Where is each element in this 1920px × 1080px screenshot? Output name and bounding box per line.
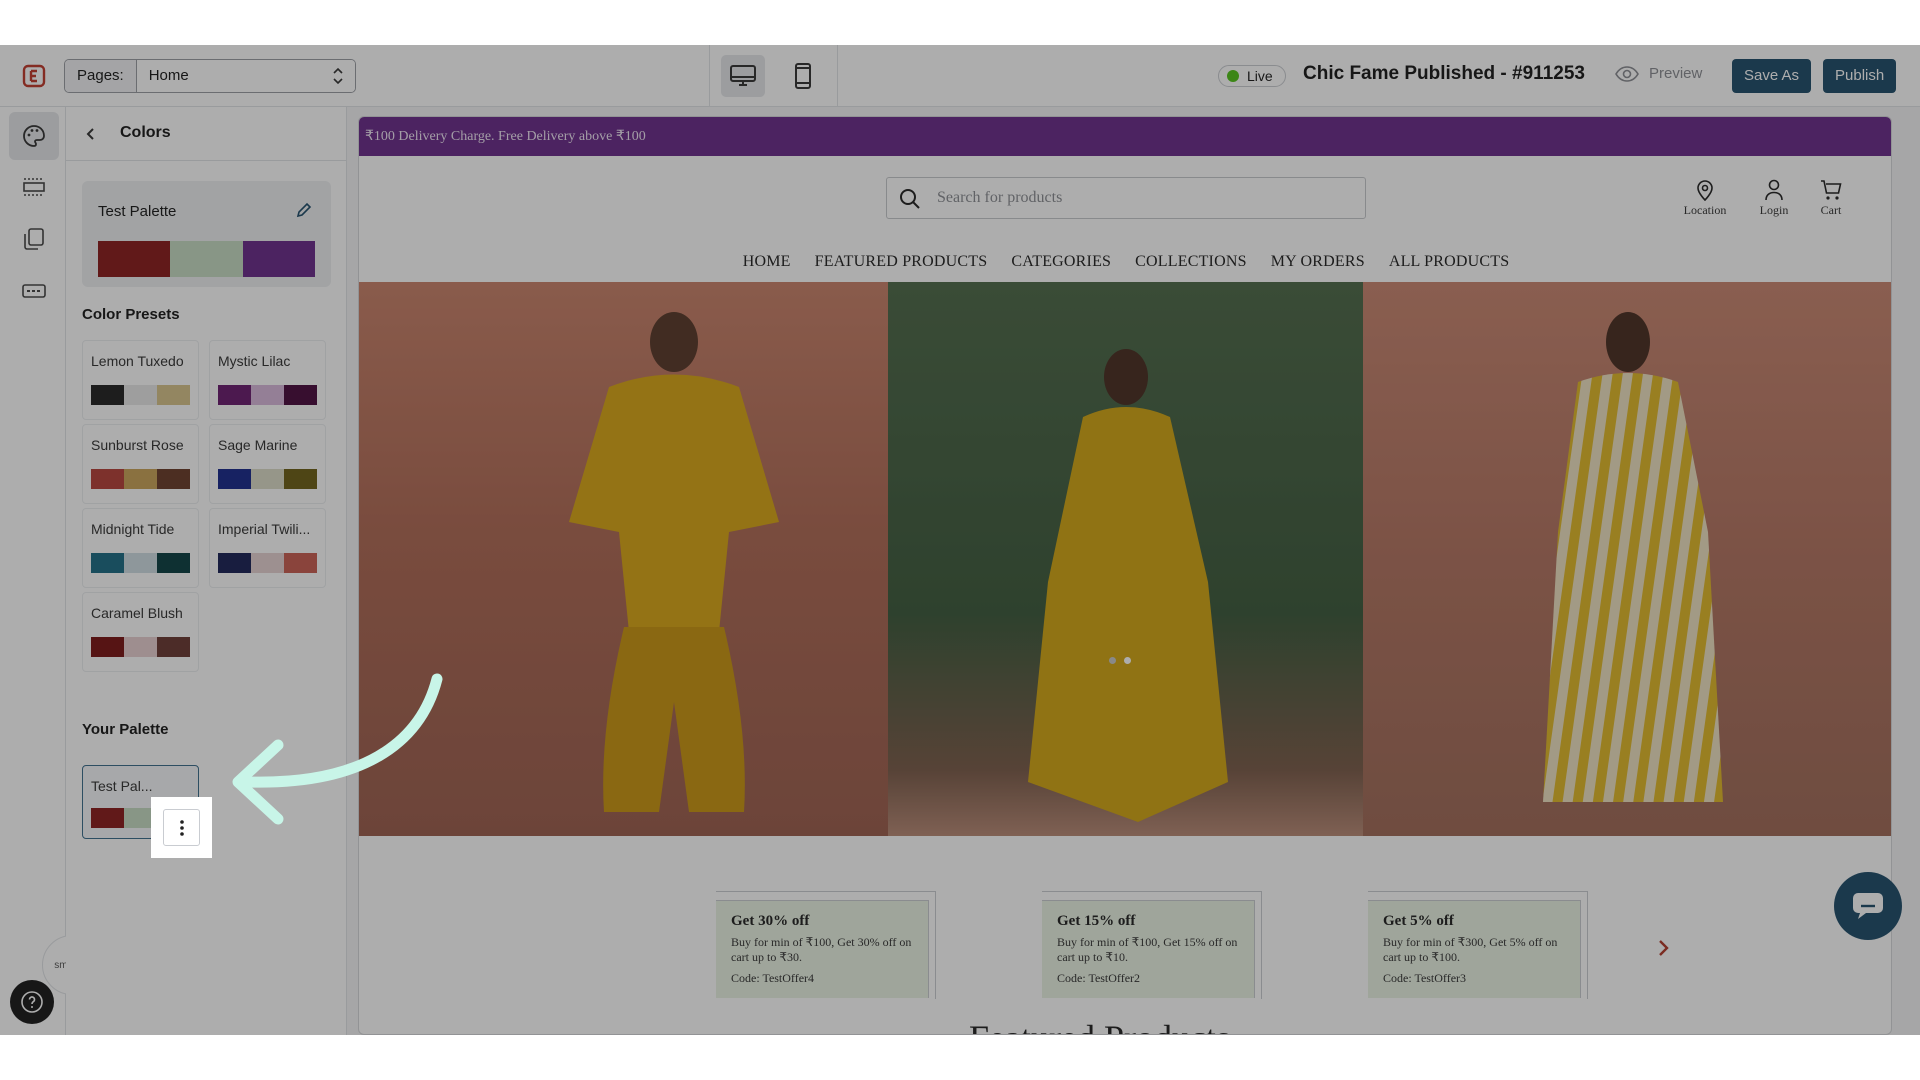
tutorial-arrow-icon (232, 673, 443, 825)
editor-window: Pages: Home Live Chic Fame Published - #… (0, 45, 1920, 1035)
